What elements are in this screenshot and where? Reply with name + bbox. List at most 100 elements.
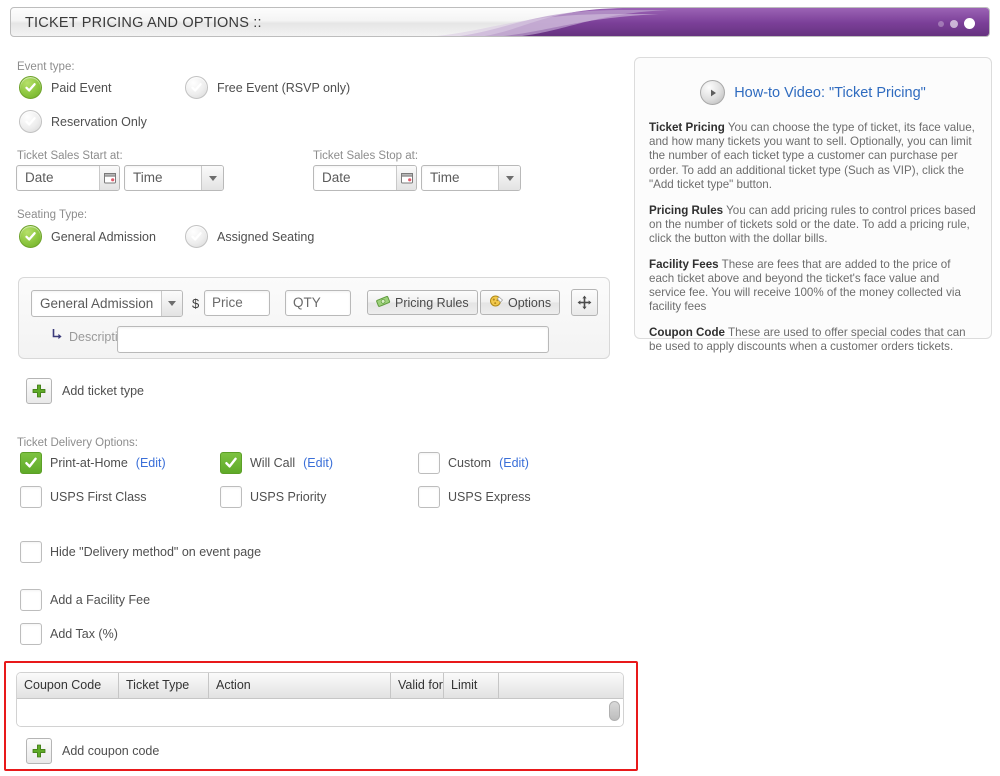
price-input[interactable]: Price <box>204 290 270 316</box>
checkbox-label: Add Tax (%) <box>50 627 118 641</box>
add-coupon-code-row[interactable]: Add coupon code <box>26 738 159 764</box>
event-type-label: Event type: <box>17 61 75 73</box>
checkbox-add-facility-fee[interactable]: Add a Facility Fee <box>20 589 150 611</box>
checkbox-unchecked-icon <box>418 486 440 508</box>
radio-reservation-only[interactable]: Reservation Only <box>19 110 147 133</box>
move-arrows-icon <box>577 295 592 310</box>
column-header-valid-for[interactable]: Valid for <box>391 673 444 699</box>
chevron-down-icon[interactable] <box>498 166 520 190</box>
checkbox-usps-express[interactable]: USPS Express <box>418 486 531 508</box>
add-ticket-type-label: Add ticket type <box>62 384 144 398</box>
info-heading: Coupon Code <box>649 326 725 340</box>
qty-input[interactable]: QTY <box>285 290 351 316</box>
add-coupon-code-label: Add coupon code <box>62 744 160 758</box>
ticket-type-panel: General Admission $ Price QTY Pricing Ru… <box>18 277 610 359</box>
seating-type-label: Seating Type: <box>17 209 88 221</box>
sales-stop-time-value: Time <box>430 170 460 185</box>
sales-stop-date-field[interactable]: Date <box>313 165 417 191</box>
how-to-video-link[interactable]: How-to Video: "Ticket Pricing" <box>649 80 977 105</box>
edit-link[interactable]: (Edit) <box>499 456 529 470</box>
column-header-limit[interactable]: Limit <box>444 673 499 699</box>
money-bills-icon <box>376 294 391 311</box>
checkbox-label: Add a Facility Fee <box>50 593 151 607</box>
sales-start-date-field[interactable]: Date <box>16 165 120 191</box>
info-paragraph-ticket-pricing: Ticket Pricing You can choose the type o… <box>649 121 977 192</box>
drag-move-handle[interactable] <box>571 289 598 316</box>
checkbox-checked-icon <box>20 452 42 474</box>
radio-off-icon <box>185 225 208 248</box>
checkbox-unchecked-icon <box>20 486 42 508</box>
calendar-icon[interactable] <box>99 166 119 190</box>
radio-assigned-seating[interactable]: Assigned Seating <box>185 225 314 248</box>
window-dot-maximize[interactable] <box>950 20 958 28</box>
column-header-action[interactable]: Action <box>209 673 391 699</box>
table-body <box>17 699 623 726</box>
checkbox-checked-icon <box>220 452 242 474</box>
window-dot-minimize[interactable] <box>938 21 944 27</box>
info-paragraph-pricing-rules: Pricing Rules You can add pricing rules … <box>649 204 977 247</box>
info-paragraph-coupon-code: Coupon Code These are used to offer spec… <box>649 326 977 354</box>
checkbox-custom[interactable]: Custom (Edit) <box>418 452 529 474</box>
checkbox-hide-delivery-method[interactable]: Hide "Delivery method" on event page <box>20 541 261 563</box>
sales-stop-date-value: Date <box>322 170 351 185</box>
radio-label: Assigned Seating <box>217 229 315 244</box>
checkbox-label: Will Call <box>250 456 296 470</box>
column-header-coupon-code[interactable]: Coupon Code <box>17 673 119 699</box>
checkbox-label: Custom <box>448 456 492 470</box>
window-controls[interactable] <box>938 18 975 29</box>
radio-paid-event[interactable]: Paid Event <box>19 76 111 99</box>
info-heading: Ticket Pricing <box>649 121 725 134</box>
edit-link[interactable]: (Edit) <box>136 456 166 470</box>
options-label: Options <box>508 295 552 310</box>
info-paragraph-facility-fees: Facility Fees These are fees that are ad… <box>649 258 977 315</box>
checkbox-unchecked-icon <box>20 589 42 611</box>
window-dot-close[interactable] <box>964 18 975 29</box>
column-header-spacer[interactable] <box>499 673 623 699</box>
sales-start-date-value: Date <box>25 170 54 185</box>
ticket-type-value: General Admission <box>40 296 154 311</box>
checkbox-label: Hide "Delivery method" on event page <box>50 545 262 559</box>
ticket-pricing-page: TICKET PRICING AND OPTIONS :: Event type… <box>0 0 1000 776</box>
radio-on-icon <box>19 76 42 99</box>
checkbox-unchecked-icon <box>220 486 242 508</box>
page-title: TICKET PRICING AND OPTIONS :: <box>25 15 262 31</box>
radio-label: Reservation Only <box>51 114 147 129</box>
add-coupon-code-button[interactable] <box>26 738 52 764</box>
checkbox-label: Print-at-Home <box>50 456 128 470</box>
add-ticket-type-row[interactable]: Add ticket type <box>26 378 144 404</box>
chevron-down-icon[interactable] <box>201 166 223 190</box>
pricing-rules-button[interactable]: Pricing Rules <box>367 290 478 315</box>
plus-icon <box>32 384 46 398</box>
help-info-panel: How-to Video: "Ticket Pricing" Ticket Pr… <box>634 57 992 353</box>
pricing-rules-label: Pricing Rules <box>395 295 469 310</box>
table-vertical-scrollbar[interactable] <box>609 701 620 721</box>
checkbox-usps-priority[interactable]: USPS Priority <box>220 486 326 508</box>
chevron-down-icon[interactable] <box>161 291 182 316</box>
checkbox-print-at-home[interactable]: Print-at-Home (Edit) <box>20 452 166 474</box>
sales-start-time-field[interactable]: Time <box>124 165 224 191</box>
corner-arrow-icon <box>51 328 63 346</box>
currency-symbol: $ <box>192 296 200 311</box>
options-gear-icon <box>489 294 504 311</box>
ticket-type-select[interactable]: General Admission <box>31 290 183 317</box>
checkbox-usps-first-class[interactable]: USPS First Class <box>20 486 147 508</box>
column-header-ticket-type[interactable]: Ticket Type <box>119 673 209 699</box>
sales-start-time-value: Time <box>133 170 163 185</box>
how-to-video-label: How-to Video: "Ticket Pricing" <box>734 84 926 101</box>
checkbox-label: USPS Priority <box>250 490 327 504</box>
radio-off-icon <box>19 110 42 133</box>
radio-on-icon <box>19 225 42 248</box>
calendar-icon[interactable] <box>396 166 416 190</box>
checkbox-unchecked-icon <box>20 623 42 645</box>
checkbox-add-tax[interactable]: Add Tax (%) <box>20 623 118 645</box>
radio-general-admission[interactable]: General Admission <box>19 225 156 248</box>
radio-free-event[interactable]: Free Event (RSVP only) <box>185 76 350 99</box>
options-button[interactable]: Options <box>480 290 561 315</box>
checkbox-will-call[interactable]: Will Call (Edit) <box>220 452 333 474</box>
radio-off-icon <box>185 76 208 99</box>
checkbox-unchecked-icon <box>20 541 42 563</box>
edit-link[interactable]: (Edit) <box>303 456 333 470</box>
description-input[interactable] <box>117 326 549 353</box>
add-ticket-type-button[interactable] <box>26 378 52 404</box>
sales-stop-time-field[interactable]: Time <box>421 165 521 191</box>
